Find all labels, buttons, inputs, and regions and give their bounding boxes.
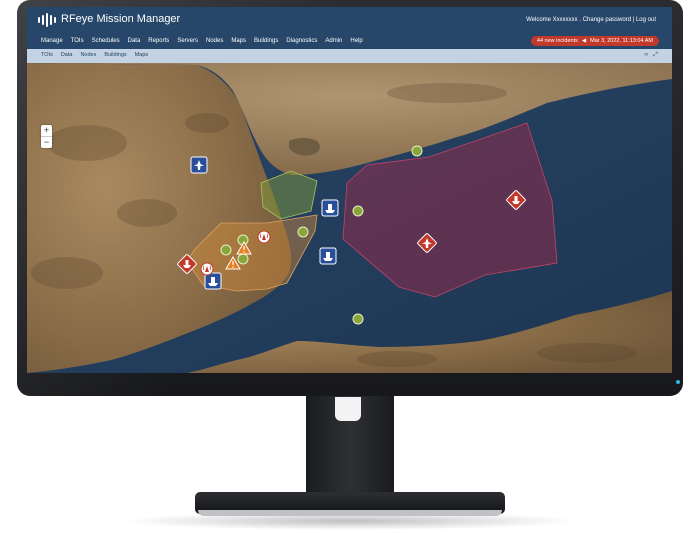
change-password-link[interactable]: Change password (583, 17, 631, 23)
zoom-out-button[interactable]: − (41, 137, 52, 148)
incidents-count: 44 new incidents (536, 38, 578, 44)
subnav-tois[interactable]: TOIs (41, 52, 53, 58)
nav-manage[interactable]: Manage (41, 38, 63, 44)
ship-icon[interactable] (321, 199, 339, 217)
radio-tower-icon[interactable] (200, 262, 214, 276)
nav-help[interactable]: Help (350, 38, 362, 44)
subnav-nodes[interactable]: Nodes (80, 52, 96, 58)
satellite-map[interactable]: + − (27, 63, 672, 373)
welcome-text: Welcome Xxxxxxxx . (526, 17, 582, 23)
zoom-in-button[interactable]: + (41, 125, 52, 137)
nav-maps[interactable]: Maps (231, 38, 246, 44)
nav-nodes[interactable]: Nodes (206, 38, 223, 44)
sub-nav: TOIs Data Nodes Buildings Maps ‹› ⤢ (27, 49, 672, 63)
monitor-stand-base-edge (198, 510, 502, 516)
user-welcome: Welcome Xxxxxxxx . Change password | Log… (526, 17, 656, 23)
app-title: RFeye Mission Manager (61, 13, 181, 25)
ship-icon[interactable] (319, 247, 337, 265)
nav-admin[interactable]: Admin (325, 38, 342, 44)
node-icon[interactable] (352, 313, 364, 325)
power-led (676, 380, 680, 384)
nav-reports[interactable]: Reports (148, 38, 169, 44)
subnav-maps[interactable]: Maps (135, 52, 148, 58)
monitor-stand-cable-slot (335, 397, 361, 421)
radio-tower-icon[interactable] (257, 230, 271, 244)
nav-tois[interactable]: TOIs (71, 38, 84, 44)
top-bar: RFeye Mission Manager Welcome Xxxxxxxx .… (27, 7, 672, 49)
bell-icon: ◀ (581, 38, 587, 44)
collapse-icon[interactable]: ‹› (644, 52, 648, 59)
node-icon[interactable] (297, 226, 309, 238)
nav-diagnostics[interactable]: Diagnostics (286, 38, 317, 44)
node-icon[interactable] (220, 244, 232, 256)
signal-bars-icon (38, 13, 56, 27)
nav-buildings[interactable]: Buildings (254, 38, 278, 44)
main-nav: Manage TOIs Schedules Data Reports Serve… (41, 38, 363, 44)
node-icon[interactable] (352, 205, 364, 217)
nav-schedules[interactable]: Schedules (92, 38, 120, 44)
nav-data[interactable]: Data (128, 38, 141, 44)
fullscreen-icon[interactable]: ⤢ (653, 52, 658, 59)
app-screen: RFeye Mission Manager Welcome Xxxxxxxx .… (27, 7, 672, 373)
subnav-data[interactable]: Data (61, 52, 73, 58)
aircraft-icon[interactable] (190, 156, 208, 174)
node-icon[interactable] (411, 145, 423, 157)
subnav-buildings[interactable]: Buildings (104, 52, 126, 58)
welcome-separator: | (632, 17, 635, 23)
map-canvas[interactable] (27, 63, 672, 373)
incidents-datetime: Mar 3, 2022, 11:13:04 AM (590, 38, 653, 44)
zoom-control: + − (41, 125, 52, 148)
nav-servers[interactable]: Servers (177, 38, 198, 44)
incidents-badge[interactable]: 44 new incidents ◀ Mar 3, 2022, 11:13:04… (530, 36, 659, 46)
node-icon[interactable] (237, 253, 249, 265)
logout-link[interactable]: Log out (636, 17, 656, 23)
